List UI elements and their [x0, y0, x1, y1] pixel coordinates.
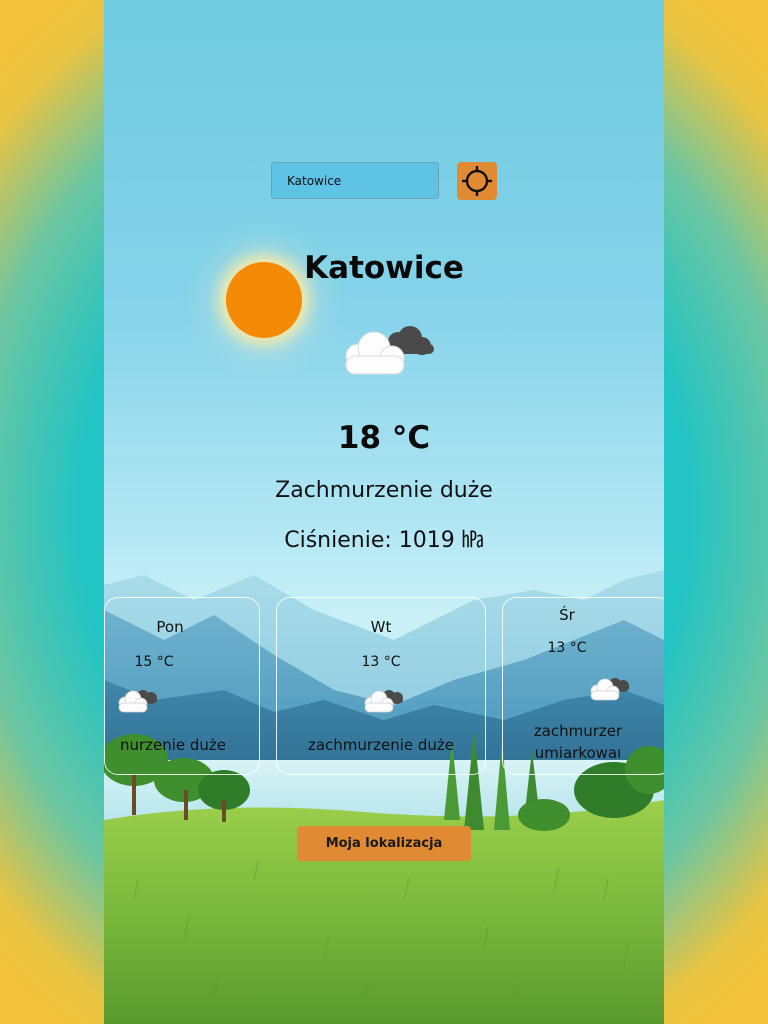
- forecast-description: zachmurzer umiarkowaı: [533, 722, 623, 762]
- forecast-description: zachmurzenie duże: [307, 736, 454, 754]
- cloudy-icon: [364, 690, 403, 713]
- current-temperature: 18 °C: [337, 420, 431, 456]
- city-name: Katowice: [304, 250, 464, 286]
- forecast-temperature: 13 °C: [361, 654, 401, 670]
- forecast-day: Wt: [370, 618, 392, 636]
- forecast-card-pon[interactable]: Pon 15 °C nurzenie duże: [104, 597, 260, 775]
- cloudy-icon: [118, 690, 157, 713]
- landscape-background: [104, 570, 664, 1024]
- forecast-description: nurzenie duże: [119, 736, 227, 754]
- my-location-button[interactable]: Moja lokalizacja: [297, 826, 471, 861]
- pressure-readout: Ciśnienie: 1019 ㍱: [284, 528, 484, 553]
- cloud-sun-icon: [345, 326, 434, 375]
- weather-description: Zachmurzenie duże: [275, 478, 493, 503]
- forecast-temperature: 13 °C: [547, 640, 587, 656]
- locate-button[interactable]: [457, 162, 497, 200]
- crosshair-icon: [462, 166, 492, 196]
- forecast-card-wt[interactable]: Wt 13 °C zachmurzenie duże: [276, 597, 486, 775]
- forecast-day: Śr: [559, 606, 575, 624]
- city-search-input[interactable]: [271, 162, 439, 199]
- forecast-temperature: 15 °C: [134, 654, 174, 670]
- forecast-day: Pon: [156, 618, 184, 636]
- forecast-card-sr[interactable]: Śr 13 °C zachmurzer umiarkowaı: [502, 597, 664, 775]
- cloudy-icon: [590, 678, 629, 701]
- weather-app: Katowice 18 °C Zachmurzenie duże Ciśnien…: [104, 0, 664, 1024]
